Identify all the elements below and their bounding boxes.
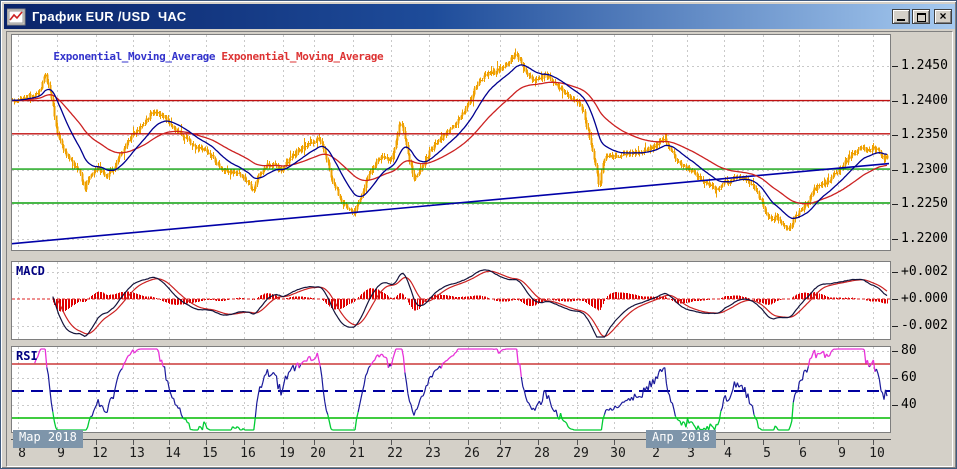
macd-axis-label: -0.002: [901, 318, 948, 333]
price-axis-label-tick: [892, 66, 898, 67]
macd-panel[interactable]: MACD: [11, 261, 891, 340]
close-icon: ×: [939, 9, 947, 23]
date-label: 9: [57, 446, 65, 461]
ema-fast-line: [12, 64, 888, 220]
date-label: 3: [687, 446, 695, 461]
date-label: 26: [464, 446, 480, 461]
date-label: 2: [652, 446, 660, 461]
price-axis-label-tick: [892, 101, 898, 102]
price-axis-label: 1.2450: [901, 58, 948, 73]
date-label: 4: [724, 446, 732, 461]
rsi-canvas[interactable]: [12, 347, 890, 432]
rsi-axis-label-tick: [892, 351, 898, 352]
month-badge-april: Апр 2018: [646, 430, 716, 448]
price-axis-label-tick: [892, 239, 898, 240]
minimize-icon: [896, 19, 905, 21]
chart-window: График EUR /USD ЧАС × Exponential_Moving…: [0, 0, 957, 469]
rsi-axis-label-tick: [892, 378, 898, 379]
date-label: 6: [799, 446, 807, 461]
legend-ema-fast: Exponential_Moving_Average: [53, 50, 216, 63]
rsi-panel[interactable]: RSI: [11, 346, 891, 433]
date-label: 12: [92, 446, 108, 461]
price-axis-label-tick: [892, 170, 898, 171]
macd-label: MACD: [16, 264, 45, 278]
date-label: 16: [240, 446, 256, 461]
date-label: 29: [573, 446, 589, 461]
window-title: График EUR /USD ЧАС: [32, 9, 187, 24]
date-label: 20: [310, 446, 326, 461]
rsi-label: RSI: [16, 349, 38, 363]
price-chart-panel[interactable]: Exponential_Moving_Average Exponential_M…: [11, 34, 891, 251]
price-axis-label: 1.2250: [901, 196, 948, 211]
price-axis-label: 1.2200: [901, 231, 948, 246]
price-axis-label: 1.2350: [901, 127, 948, 142]
rsi-axis-label: 40: [901, 397, 917, 412]
date-label: 21: [349, 446, 365, 461]
date-label: 22: [387, 446, 403, 461]
date-label: 15: [202, 446, 218, 461]
date-label: 9: [838, 446, 846, 461]
rsi-axis-label: 80: [901, 343, 917, 358]
macd-axis-label: +0.002: [901, 264, 948, 279]
rsi-line-overbought: [34, 348, 876, 377]
date-label: 10: [869, 446, 885, 461]
price-axis-label: 1.2300: [901, 162, 948, 177]
macd-histogram: [53, 288, 888, 312]
maximize-icon: [916, 13, 926, 22]
legend-ema-slow: Exponential_Moving_Average: [221, 50, 384, 63]
rsi-axis-label: 60: [901, 370, 917, 385]
app-icon: [6, 8, 27, 26]
rsi-line-oversold: [52, 402, 794, 431]
month-badge-march: Мар 2018: [13, 430, 83, 448]
macd-canvas[interactable]: [12, 262, 890, 339]
date-label: 5: [763, 446, 771, 461]
window-controls: ×: [890, 9, 952, 24]
rsi-axis-label-tick: [892, 405, 898, 406]
title-bar[interactable]: График EUR /USD ЧАС ×: [4, 4, 955, 29]
date-label: 8: [18, 446, 26, 461]
close-button[interactable]: ×: [934, 9, 952, 24]
date-label: 28: [534, 446, 550, 461]
price-axis-label-tick: [892, 204, 898, 205]
date-label: 27: [496, 446, 512, 461]
date-label: 13: [129, 446, 145, 461]
date-label: 14: [165, 446, 181, 461]
price-axis-label: 1.2400: [901, 93, 948, 108]
indicator-legend: Exponential_Moving_Average Exponential_M…: [16, 37, 383, 76]
minimize-button[interactable]: [892, 9, 910, 24]
date-axis-ticks: [18, 439, 874, 445]
price-axis-label-tick: [892, 135, 898, 136]
date-label: 19: [279, 446, 295, 461]
macd-axis-label: +0.000: [901, 291, 948, 306]
date-label: 23: [425, 446, 441, 461]
macd-axis-label-tick: [892, 272, 898, 273]
macd-axis-label-tick: [892, 326, 898, 327]
maximize-button[interactable]: [912, 9, 930, 24]
macd-axis-label-tick: [892, 299, 898, 300]
date-label: 30: [610, 446, 626, 461]
